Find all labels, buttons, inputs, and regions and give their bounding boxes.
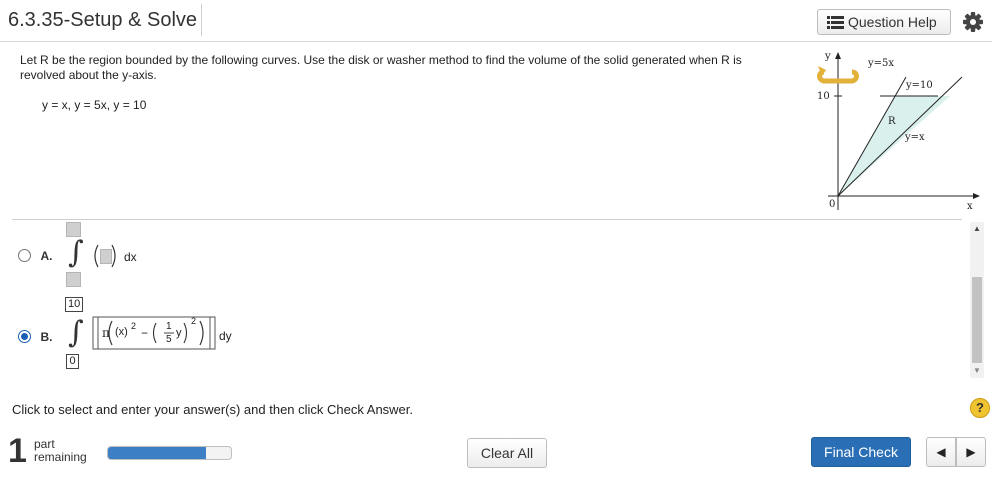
help-question-icon[interactable]: ? bbox=[970, 398, 990, 418]
choice-b-pi: π bbox=[102, 326, 110, 340]
next-arrow-icon[interactable]: ▶ bbox=[956, 437, 986, 467]
question-help-button[interactable]: Question Help bbox=[817, 9, 951, 35]
parts-remaining-word: remaining bbox=[34, 450, 87, 464]
list-icon bbox=[827, 16, 844, 29]
choice-b-exp1: 2 bbox=[131, 321, 137, 331]
x-axis-label: x bbox=[967, 201, 973, 212]
y-axis-arrow bbox=[835, 52, 841, 59]
page-title: 6.3.35-Setup & Solve bbox=[4, 4, 203, 36]
choice-a-letter: A. bbox=[40, 248, 53, 263]
choice-a-integrand-input[interactable] bbox=[100, 249, 112, 264]
previous-arrow-icon[interactable]: ◀ bbox=[926, 437, 956, 467]
section-divider bbox=[12, 219, 962, 220]
choice-b-letter: B. bbox=[40, 329, 53, 344]
progress-fill bbox=[108, 447, 207, 459]
x-axis-arrow bbox=[973, 193, 980, 199]
choice-b-integral-sign: ∫ bbox=[68, 315, 84, 350]
choice-a-integral-sign: ∫ bbox=[68, 235, 84, 270]
choice-b-differential: dy bbox=[219, 329, 232, 343]
line-y-10-label: y=10 bbox=[905, 80, 933, 91]
problem-equations: y = x, y = 5x, y = 10 bbox=[42, 98, 147, 112]
parts-remaining-text: part remaining bbox=[34, 438, 87, 464]
choice-a-differential: dx bbox=[124, 250, 137, 264]
question-help-label: Question Help bbox=[848, 14, 937, 30]
choice-b-radio[interactable] bbox=[18, 330, 31, 344]
choice-a-lower-limit-input[interactable] bbox=[66, 272, 81, 287]
line-y-x-label: y=x bbox=[904, 132, 925, 143]
choice-b-outer-bracket bbox=[92, 316, 216, 350]
problem-statement: Let R be the region bounded by the follo… bbox=[20, 53, 742, 82]
origin-label: 0 bbox=[829, 199, 835, 210]
choice-b-frac-den: 5 bbox=[166, 334, 172, 345]
parts-count: 1 bbox=[8, 432, 27, 470]
y-tick-label-10: 10 bbox=[817, 91, 830, 102]
choice-b-term1: (x) bbox=[115, 326, 128, 338]
choice-b-minus: − bbox=[141, 326, 149, 340]
choice-b-integrand[interactable]: π (x) 2 − 1 5 y 2 bbox=[92, 313, 216, 353]
line-y-5x-label: y=5x bbox=[867, 58, 894, 69]
instruction-text: Click to select and enter your answer(s)… bbox=[12, 402, 414, 417]
final-check-button[interactable]: Final Check bbox=[811, 437, 911, 467]
y-axis-label: y bbox=[824, 51, 831, 62]
choice-a[interactable]: A. bbox=[18, 247, 52, 265]
region-r-label: R bbox=[888, 116, 896, 127]
choice-b-lower-limit[interactable]: 0 bbox=[66, 354, 79, 369]
scroll-thumb[interactable] bbox=[972, 277, 982, 363]
choice-b[interactable]: B. bbox=[18, 328, 52, 346]
region-r-fill bbox=[838, 96, 950, 196]
answer-scrollbar[interactable]: ▲ ▼ bbox=[970, 222, 984, 378]
scroll-up-arrow-icon[interactable]: ▲ bbox=[970, 224, 984, 234]
scroll-down-arrow-icon[interactable]: ▼ bbox=[970, 366, 984, 376]
clear-all-button[interactable]: Clear All bbox=[467, 438, 547, 468]
choice-b-upper-limit[interactable]: 10 bbox=[65, 297, 84, 312]
progress-bar bbox=[107, 446, 232, 460]
header-bar: 6.3.35-Setup & Solve Question Help bbox=[0, 0, 992, 42]
choice-b-frac-var: y bbox=[176, 327, 182, 339]
gear-icon[interactable] bbox=[960, 9, 986, 35]
choice-b-exp2: 2 bbox=[191, 316, 197, 326]
choice-a-radio[interactable] bbox=[18, 249, 31, 263]
line-y-x bbox=[837, 76, 963, 197]
region-graph: y x 10 0 y=5x y=10 R y=x bbox=[817, 51, 980, 212]
choice-b-frac-num: 1 bbox=[166, 321, 172, 332]
